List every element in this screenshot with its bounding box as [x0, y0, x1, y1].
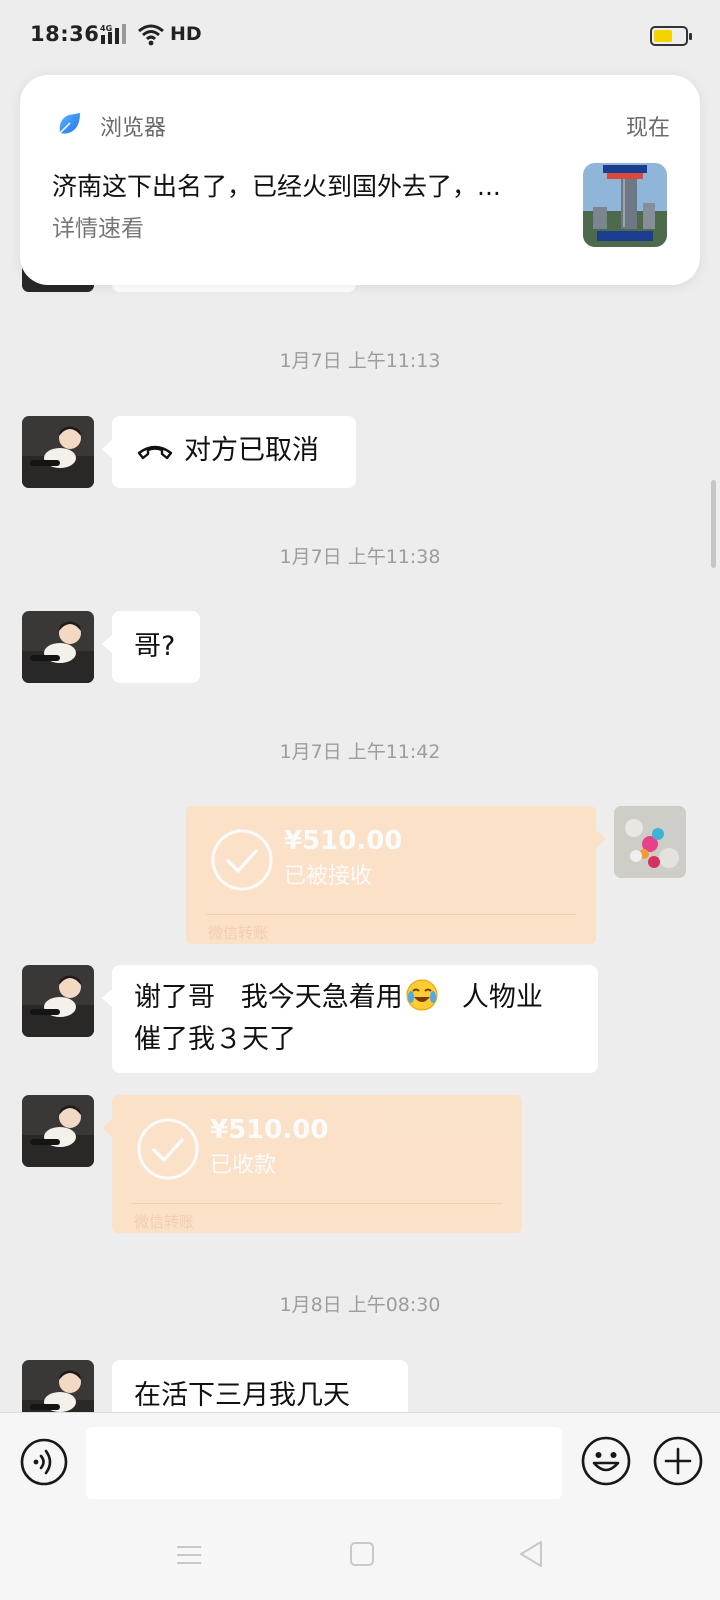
avatar-image	[22, 611, 94, 683]
transfer-footer: 微信转账	[134, 1213, 195, 1231]
menu-icon[interactable]	[174, 1540, 204, 1570]
message-text: 人物业	[444, 982, 543, 1013]
transfer-status: 已被接收	[284, 864, 373, 889]
hd-indicator: HD	[170, 23, 202, 45]
contact-avatar[interactable]	[22, 611, 94, 683]
network-label: 4G	[100, 24, 112, 33]
home-icon[interactable]	[348, 1540, 376, 1568]
wifi-icon	[138, 24, 164, 46]
status-bar: 18:36 4G HD	[0, 0, 720, 72]
browser-icon	[59, 113, 80, 134]
timestamp: 1月8日 上午08:30	[279, 1294, 441, 1316]
battery-fill	[654, 30, 672, 42]
timestamp: 1月7日 上午11:42	[279, 741, 441, 763]
signal-icon: 4G	[100, 24, 126, 44]
check-circle-icon	[211, 829, 273, 891]
contact-avatar[interactable]	[22, 1095, 94, 1167]
transfer-footer: 微信转账	[208, 924, 269, 942]
transfer-sent-card[interactable]: ¥510.00 已被接收 微信转账	[186, 806, 606, 944]
avatar-image	[22, 1360, 94, 1412]
avatar-image	[22, 1095, 94, 1167]
battery-icon	[650, 26, 692, 46]
avatar-image	[614, 806, 686, 878]
status-time: 18:36	[30, 22, 100, 46]
divider	[132, 1203, 502, 1204]
message-text: 谢了哥 我今天急着用	[134, 982, 403, 1013]
phone-hangup-icon	[137, 445, 173, 460]
avatar-image	[22, 416, 94, 488]
transfer-amount: ¥510.00	[284, 826, 403, 856]
message-bubble[interactable]: 在活下三月我几天	[112, 1360, 408, 1412]
emoji-icon[interactable]	[580, 1435, 632, 1487]
check-circle-icon	[137, 1118, 199, 1180]
contact-avatar[interactable]	[22, 416, 94, 488]
transfer-received-card[interactable]: ¥510.00 已收款 微信转账	[102, 1095, 522, 1233]
crying-laughing-emoji-icon	[406, 979, 438, 1011]
call-cancelled-text: 对方已取消	[184, 435, 319, 466]
divider	[206, 914, 576, 915]
timestamp: 1月7日 上午11:13	[279, 350, 441, 372]
avatar-image	[22, 965, 94, 1037]
message-text: 在活下三月我几天	[134, 1380, 350, 1411]
notification-time: 现在	[625, 116, 670, 141]
transfer-amount: ¥510.00	[210, 1115, 329, 1145]
back-icon[interactable]	[516, 1538, 546, 1570]
contact-avatar[interactable]	[22, 965, 94, 1037]
my-avatar[interactable]	[614, 806, 686, 878]
browser-notification[interactable]: 浏览器 现在 济南这下出名了，已经火到国外去了，... 详情速看	[20, 75, 700, 285]
message-line: 谢了哥 我今天急着用 人物业	[134, 977, 576, 1019]
plus-icon[interactable]	[652, 1435, 704, 1487]
notification-body: 详情速看	[52, 216, 144, 242]
notification-app-name: 浏览器	[100, 116, 167, 141]
voice-icon[interactable]	[19, 1437, 69, 1487]
message-input[interactable]	[86, 1427, 562, 1499]
city-photo-image	[583, 163, 667, 247]
scrollbar[interactable]	[711, 480, 716, 568]
message-text: 催了我３天了	[134, 1024, 296, 1055]
transfer-status: 已收款	[210, 1153, 277, 1178]
message-bubble[interactable]: 哥?	[102, 611, 200, 683]
system-nav-bar	[0, 1512, 720, 1600]
message-bubble[interactable]: 谢了哥 我今天急着用 人物业 催了我３天了	[102, 965, 598, 1073]
input-bar	[0, 1412, 720, 1512]
call-cancelled-bubble[interactable]: 对方已取消	[102, 416, 356, 488]
notification-thumbnail	[583, 163, 667, 247]
notification-title: 济南这下出名了，已经火到国外去了，...	[52, 172, 501, 201]
contact-avatar[interactable]	[22, 1360, 94, 1412]
timestamp: 1月7日 上午11:38	[279, 546, 441, 568]
message-text: 哥?	[134, 631, 176, 662]
